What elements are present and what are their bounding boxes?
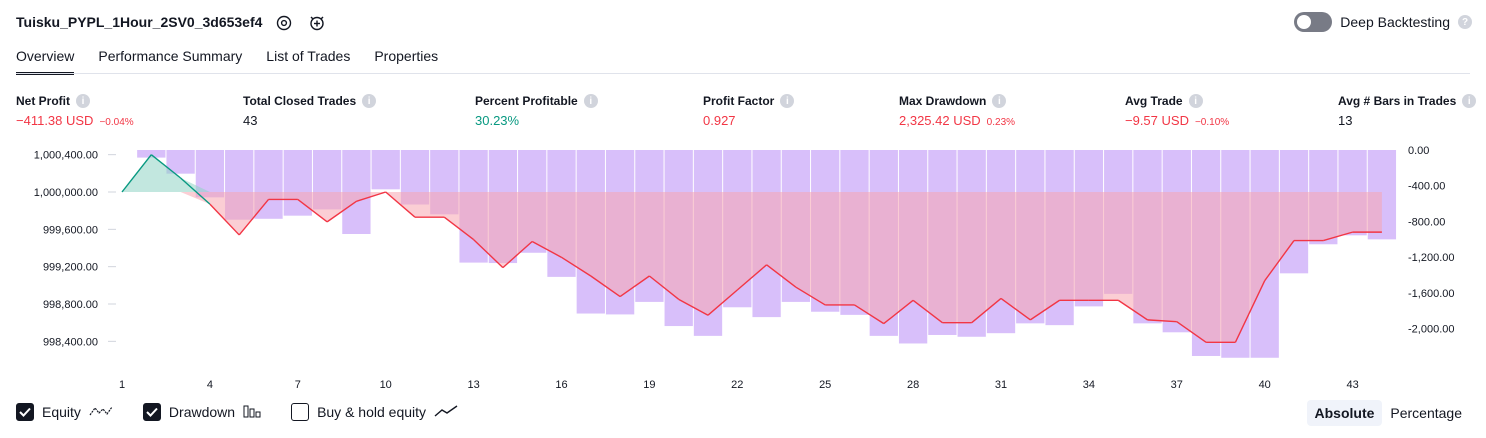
deep-backtesting-toggle[interactable] [1294, 12, 1333, 32]
absolute-button[interactable]: Absolute [1306, 400, 1383, 426]
metric-profit-factor: Profit Factor i 0.927 [703, 94, 795, 128]
x-tick-label: 13 [467, 379, 479, 391]
metric-percent: 0.23% [986, 117, 1016, 128]
x-tick-label: 10 [380, 379, 392, 391]
help-icon[interactable]: ? [1458, 15, 1472, 29]
metric-label: Percent Profitable [475, 94, 578, 108]
info-icon[interactable]: i [780, 94, 795, 108]
chart-legend: Equity Drawdown Buy & hold equity [16, 403, 488, 421]
metric-label: Total Closed Trades [243, 94, 357, 108]
left-tick-label: 998,400.00 [43, 336, 98, 348]
x-tick-label: 34 [1083, 379, 1095, 391]
tab-divider [16, 73, 1470, 74]
drawdown-label: Drawdown [168, 404, 236, 420]
buyhold-label: Buy & hold equity [317, 404, 427, 420]
drawdown-checkbox[interactable] [142, 403, 161, 421]
tab-overview[interactable]: Overview [16, 48, 75, 75]
metric-label: Max Drawdown [899, 94, 987, 108]
x-tick-label: 31 [995, 379, 1007, 391]
equity-label: Equity [42, 404, 81, 420]
tab-performance-summary[interactable]: Performance Summary [98, 48, 242, 75]
deep-backtesting: Deep Backtesting ? [1294, 12, 1472, 32]
drawdown-bar [371, 150, 400, 190]
x-tick-label: 22 [731, 379, 743, 391]
info-icon[interactable]: i [76, 94, 90, 108]
tab-properties[interactable]: Properties [374, 48, 438, 75]
percentage-button[interactable]: Percentage [1382, 400, 1470, 426]
buyhold-toggle[interactable]: Buy & hold equity [291, 403, 458, 421]
info-icon[interactable]: i [362, 94, 377, 108]
info-icon[interactable]: i [1462, 94, 1477, 108]
metric-value: 43 [243, 113, 258, 128]
add-alert-icon[interactable] [308, 14, 326, 32]
right-tick-label: -800.00 [1408, 216, 1445, 228]
metric-value: −411.38 USD [16, 113, 94, 128]
drawdown-bars-icon [243, 404, 261, 421]
right-axis: 0.00 -400.00 -800.00 -1,200.00 -1,600.00 -2,0… [1408, 145, 1454, 336]
right-tick-label: -400.00 [1408, 181, 1445, 193]
metric-label: Avg # Bars in Trades [1338, 94, 1457, 108]
metric-avg-bars: Avg # Bars in Trades i 13 [1338, 94, 1477, 128]
drawdown-toggle[interactable]: Drawdown [142, 403, 261, 421]
metric-label: Avg Trade [1125, 94, 1183, 108]
left-tick-label: 999,200.00 [43, 262, 98, 274]
metric-max-drawdown: Max Drawdown i 2,325.42 USD 0.23% [899, 94, 1015, 128]
right-tick-label: -1,200.00 [1408, 252, 1454, 264]
right-tick-label: 0.00 [1408, 145, 1429, 157]
right-tick-label: -1,600.00 [1408, 288, 1454, 300]
deep-backtesting-label: Deep Backtesting [1340, 14, 1450, 30]
x-tick-label: 40 [1259, 379, 1271, 391]
strategy-title: Tuisku_PYPL_1Hour_2SV0_3d653ef4 [16, 14, 263, 30]
metric-value: −9.57 USD [1125, 113, 1189, 128]
tab-bar: Overview Performance Summary List of Tra… [16, 48, 438, 75]
x-tick-label: 19 [643, 379, 655, 391]
x-tick-label: 4 [207, 379, 213, 391]
info-icon[interactable]: i [1188, 94, 1203, 108]
info-icon[interactable]: i [992, 94, 1007, 108]
metric-total-closed-trades: Total Closed Trades i 43 [243, 94, 377, 128]
equity-chart[interactable]: 1,000,400.00 1,000,000.00 999,600.00 999,20… [0, 136, 1486, 396]
metric-value: 30.23% [475, 113, 520, 128]
equity-toggle[interactable]: Equity [16, 403, 113, 421]
settings-icon[interactable] [275, 14, 293, 32]
x-tick-label: 7 [295, 379, 301, 391]
left-tick-label: 998,800.00 [43, 299, 98, 311]
metric-percent: −0.10% [1194, 117, 1230, 128]
left-tick-label: 1,000,400.00 [34, 150, 98, 162]
tab-list-of-trades[interactable]: List of Trades [266, 48, 350, 75]
right-tick-label: -2,000.00 [1408, 324, 1454, 336]
x-tick-label: 16 [555, 379, 567, 391]
left-tick-label: 999,600.00 [43, 224, 98, 236]
metric-label: Profit Factor [703, 94, 775, 108]
buyhold-checkbox[interactable] [291, 403, 310, 421]
x-tick-label: 37 [1171, 379, 1183, 391]
metric-avg-trade: Avg Trade i −9.57 USD −0.10% [1125, 94, 1229, 128]
metric-percent: −0.04% [99, 117, 134, 128]
equity-checkbox[interactable] [16, 403, 34, 421]
x-tick-label: 25 [819, 379, 831, 391]
x-tick-label: 43 [1346, 379, 1358, 391]
equity-line-icon [89, 404, 113, 421]
x-tick-label: 1 [119, 379, 125, 391]
metric-value: 13 [1338, 113, 1353, 128]
metric-value: 2,325.42 USD [899, 113, 981, 128]
buyhold-line-icon [434, 404, 458, 421]
metric-net-profit: Net Profit i −411.38 USD −0.04% [16, 94, 134, 128]
metric-percent-profitable: Percent Profitable i 30.23% [475, 94, 598, 128]
left-tick-label: 1,000,000.00 [34, 187, 98, 199]
left-axis: 1,000,400.00 1,000,000.00 999,600.00 999,20… [34, 150, 116, 348]
scale-mode: Absolute Percentage [1306, 400, 1471, 426]
x-tick-label: 28 [907, 379, 919, 391]
x-axis: 1 4 7 10 13 16 19 22 25 28 31 34 37 40 43 [119, 379, 1359, 391]
info-icon[interactable]: i [583, 94, 598, 108]
metric-label: Net Profit [16, 94, 70, 108]
metric-value: 0.927 [703, 113, 736, 128]
